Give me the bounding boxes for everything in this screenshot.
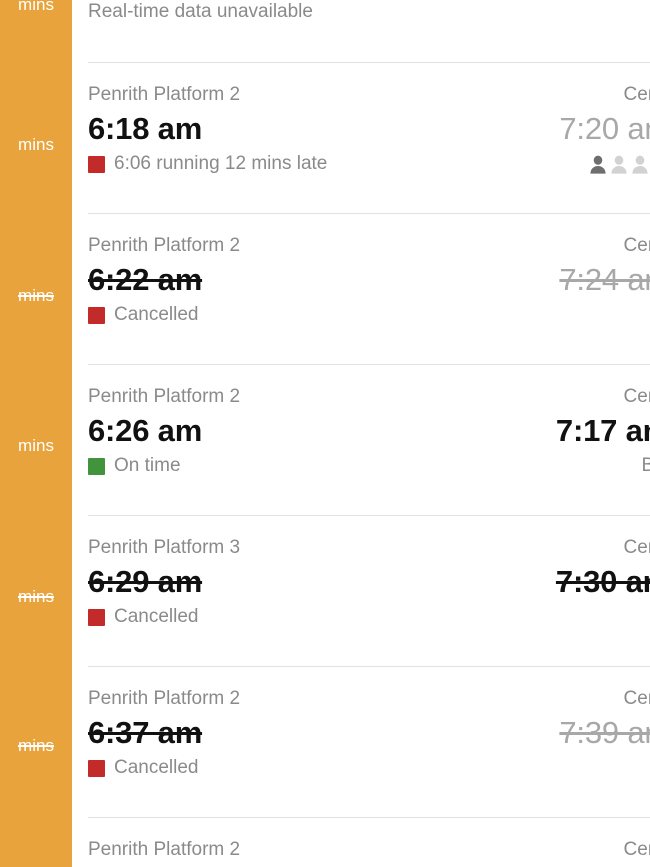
arrival-time: 7:20 am <box>559 111 650 146</box>
departure-row[interactable]: Penrith Platform 2 6:18 am 6:06 running … <box>72 82 650 202</box>
destination: Centr <box>623 537 650 558</box>
departure-row[interactable]: Real-time data unavailable T <box>72 0 650 64</box>
status-indicator-square <box>88 155 105 173</box>
status-line: On time <box>88 452 240 480</box>
status-text: 6:06 running 12 mins late <box>114 153 328 174</box>
status-indicator-square <box>88 306 105 324</box>
status-text: Cancelled <box>114 304 199 325</box>
status-text: Real-time data unavailable <box>88 1 313 22</box>
departure-row[interactable]: Penrith Platform 2 Centr <box>72 837 650 867</box>
row-divider <box>88 817 650 818</box>
occupancy-and-line: T <box>556 603 650 631</box>
row-divider <box>88 62 650 63</box>
departure-time: 6:26 am <box>88 413 203 448</box>
occupancy-and-line: BM <box>556 452 650 480</box>
origin-platform: Penrith Platform 2 <box>88 84 241 105</box>
departure-time: 6:18 am <box>88 111 203 146</box>
destination: Centr <box>623 839 650 860</box>
origin-platform: Penrith Platform 2 <box>88 386 241 407</box>
origin-platform: Penrith Platform 2 <box>88 688 241 709</box>
arrival-time: 7:39 am <box>559 715 650 750</box>
status-text: On time <box>114 455 181 476</box>
occupancy-and-line: T <box>559 301 650 329</box>
departures-screen: mins mins mins mins mins mins Real-time … <box>0 0 650 867</box>
departures-list[interactable]: Real-time data unavailable T Penrith Pla… <box>72 0 650 867</box>
rail-mins-label-1: mins <box>18 135 54 154</box>
origin-platform: Penrith Platform 2 <box>88 235 241 256</box>
line-code: BM <box>641 455 650 476</box>
destination: Centr <box>623 688 650 709</box>
status-indicator-square <box>88 457 105 475</box>
row-divider <box>88 213 650 214</box>
departure-row[interactable]: Penrith Platform 3 6:29 am Cancelled Cen… <box>72 535 650 655</box>
destination: Centr <box>623 386 650 407</box>
status-indicator-square <box>88 759 105 777</box>
row-divider <box>88 666 650 667</box>
status-text: Cancelled <box>114 757 199 778</box>
row-divider <box>88 364 650 365</box>
departure-time: 6:37 am <box>88 715 203 750</box>
departure-row[interactable]: Penrith Platform 2 6:26 am On time Centr… <box>72 384 650 504</box>
status-indicator-square <box>88 608 105 626</box>
rail-mins-label-3: mins <box>18 436 54 455</box>
departure-row[interactable]: Penrith Platform 2 6:37 am Cancelled Cen… <box>72 686 650 806</box>
departure-time: 6:22 am <box>88 262 203 297</box>
status-line: 6:06 running 12 mins late <box>88 150 327 178</box>
status-line: Real-time data unavailable <box>88 0 313 26</box>
origin-platform: Penrith Platform 2 <box>88 839 241 860</box>
occupancy-icon <box>589 155 649 174</box>
rail-mins-label-5: mins <box>18 736 54 755</box>
occupancy-and-line: T <box>559 150 650 178</box>
arrival-time: 7:30 am <box>555 564 650 599</box>
arrival-time: 7:24 am <box>559 262 650 297</box>
status-line: Cancelled <box>88 603 240 631</box>
status-line: Cancelled <box>88 754 240 782</box>
departure-row[interactable]: Penrith Platform 2 6:22 am Cancelled Cen… <box>72 233 650 353</box>
rail-mins-label-2: mins <box>18 286 54 305</box>
departure-time: 6:29 am <box>88 564 203 599</box>
status-line: Cancelled <box>88 301 240 329</box>
occupancy-and-line: T <box>559 754 650 782</box>
arrival-time: 7:17 am <box>555 413 650 448</box>
rail-mins-label-4: mins <box>18 587 54 606</box>
destination: Centr <box>623 235 650 256</box>
rail-mins-label-0: mins <box>18 0 54 14</box>
destination: Centr <box>623 84 650 105</box>
origin-platform: Penrith Platform 3 <box>88 537 241 558</box>
row-divider <box>88 515 650 516</box>
minutes-rail: mins mins mins mins mins mins <box>0 0 72 867</box>
status-text: Cancelled <box>114 606 199 627</box>
